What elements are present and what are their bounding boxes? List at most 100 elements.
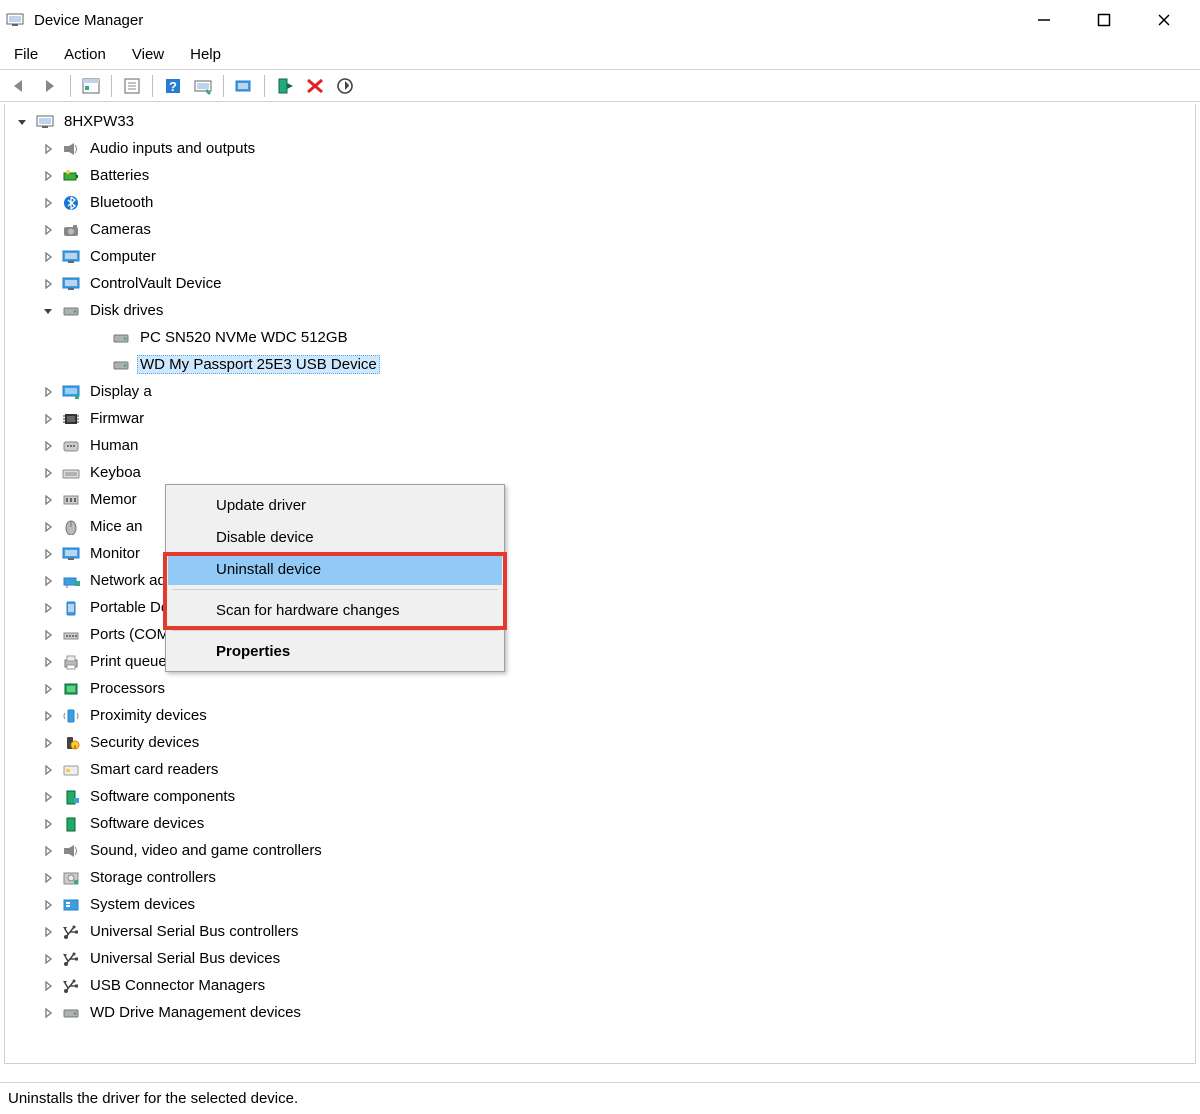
expand-icon[interactable] xyxy=(41,250,55,264)
scan-hardware-button[interactable] xyxy=(191,74,215,98)
expand-icon[interactable] xyxy=(41,601,55,615)
tree-category[interactable]: Human xyxy=(11,432,1195,459)
ctx-properties[interactable]: Properties xyxy=(168,635,502,667)
tree-category[interactable]: Software devices xyxy=(11,810,1195,837)
expand-icon[interactable] xyxy=(41,952,55,966)
tree-category[interactable]: Display a xyxy=(11,378,1195,405)
device-tree[interactable]: 8HXPW33 Audio inputs and outputsBatterie… xyxy=(4,104,1196,1064)
menu-view[interactable]: View xyxy=(128,44,168,65)
update-driver-button[interactable] xyxy=(232,74,256,98)
storage-icon xyxy=(61,869,81,887)
expand-icon[interactable] xyxy=(41,736,55,750)
smartcard-icon xyxy=(61,761,81,779)
expand-icon[interactable] xyxy=(41,412,55,426)
system-icon xyxy=(61,896,81,914)
close-button[interactable] xyxy=(1134,0,1194,40)
expand-icon[interactable] xyxy=(41,1006,55,1020)
tree-category[interactable]: Computer xyxy=(11,243,1195,270)
tree-category-label: Proximity devices xyxy=(87,706,210,725)
tree-category-label: Sound, video and game controllers xyxy=(87,841,325,860)
collapse-icon[interactable] xyxy=(15,115,29,129)
expand-icon[interactable] xyxy=(41,925,55,939)
expand-icon[interactable] xyxy=(41,682,55,696)
tree-root[interactable]: 8HXPW33 xyxy=(11,108,1195,135)
expand-icon[interactable] xyxy=(41,277,55,291)
expand-icon[interactable] xyxy=(41,574,55,588)
enable-device-button[interactable] xyxy=(273,74,297,98)
tree-category-label: ControlVault Device xyxy=(87,274,224,293)
forward-button[interactable] xyxy=(38,74,62,98)
tree-category[interactable]: Bluetooth xyxy=(11,189,1195,216)
tree-category[interactable]: Storage controllers xyxy=(11,864,1195,891)
expand-icon[interactable] xyxy=(41,493,55,507)
tree-category[interactable]: System devices xyxy=(11,891,1195,918)
expand-icon[interactable] xyxy=(41,817,55,831)
printer-icon xyxy=(61,653,81,671)
bluetooth-icon xyxy=(61,194,81,212)
expand-icon[interactable] xyxy=(41,466,55,480)
expand-icon[interactable] xyxy=(41,169,55,183)
menu-file[interactable]: File xyxy=(10,44,42,65)
expand-icon[interactable] xyxy=(41,844,55,858)
tree-category[interactable]: Firmwar xyxy=(11,405,1195,432)
tree-category[interactable]: Universal Serial Bus controllers xyxy=(11,918,1195,945)
ctx-update-driver[interactable]: Update driver xyxy=(168,489,502,521)
tree-category-label: Computer xyxy=(87,247,159,266)
tree-category[interactable]: Software components xyxy=(11,783,1195,810)
maximize-button[interactable] xyxy=(1074,0,1134,40)
tree-category[interactable]: Processors xyxy=(11,675,1195,702)
show-hide-console-tree-button[interactable] xyxy=(79,74,103,98)
tree-category[interactable]: Security devices xyxy=(11,729,1195,756)
menu-help[interactable]: Help xyxy=(186,44,225,65)
menu-action[interactable]: Action xyxy=(60,44,110,65)
window-title: Device Manager xyxy=(34,12,143,29)
software2-icon xyxy=(61,815,81,833)
tree-category[interactable]: Audio inputs and outputs xyxy=(11,135,1195,162)
expand-icon[interactable] xyxy=(41,655,55,669)
tree-device[interactable]: PC SN520 NVMe WDC 512GB xyxy=(11,324,1195,351)
ctx-disable-device[interactable]: Disable device xyxy=(168,521,502,553)
expand-icon[interactable] xyxy=(41,385,55,399)
tree-category[interactable]: Proximity devices xyxy=(11,702,1195,729)
disable-device-button[interactable] xyxy=(333,74,357,98)
tree-category[interactable]: USB Connector Managers xyxy=(11,972,1195,999)
expand-icon[interactable] xyxy=(41,439,55,453)
tree-category-label: Bluetooth xyxy=(87,193,156,212)
ctx-uninstall-device[interactable]: Uninstall device xyxy=(168,553,502,585)
expand-icon[interactable] xyxy=(41,520,55,534)
help-button[interactable]: ? xyxy=(161,74,185,98)
expand-icon[interactable] xyxy=(41,196,55,210)
tree-category[interactable]: Disk drives xyxy=(11,297,1195,324)
expand-icon[interactable] xyxy=(41,979,55,993)
properties-button[interactable] xyxy=(120,74,144,98)
expand-icon[interactable] xyxy=(41,790,55,804)
tree-category[interactable]: ControlVault Device xyxy=(11,270,1195,297)
keyboard-icon xyxy=(61,464,81,482)
tree-category[interactable]: Smart card readers xyxy=(11,756,1195,783)
tree-category[interactable]: WD Drive Management devices xyxy=(11,999,1195,1026)
monitor-icon xyxy=(61,275,81,293)
tree-category[interactable]: Batteries xyxy=(11,162,1195,189)
tree-category-label: Memor xyxy=(87,490,140,509)
ctx-scan-hardware[interactable]: Scan for hardware changes xyxy=(168,594,502,626)
expand-icon[interactable] xyxy=(41,709,55,723)
expand-icon[interactable] xyxy=(41,763,55,777)
tree-category[interactable]: Universal Serial Bus devices xyxy=(11,945,1195,972)
tree-category-label: Disk drives xyxy=(87,301,166,320)
uninstall-device-button[interactable] xyxy=(303,74,327,98)
expand-icon[interactable] xyxy=(41,871,55,885)
expand-icon[interactable] xyxy=(41,628,55,642)
tree-category-label: Print queues xyxy=(87,652,177,671)
tree-category[interactable]: Sound, video and game controllers xyxy=(11,837,1195,864)
back-button[interactable] xyxy=(8,74,32,98)
expand-icon[interactable] xyxy=(41,142,55,156)
tree-category[interactable]: Cameras xyxy=(11,216,1195,243)
tree-device[interactable]: WD My Passport 25E3 USB Device xyxy=(11,351,1195,378)
disk-icon xyxy=(111,329,131,347)
minimize-button[interactable] xyxy=(1014,0,1074,40)
expand-icon[interactable] xyxy=(41,898,55,912)
expand-icon[interactable] xyxy=(41,223,55,237)
collapse-icon[interactable] xyxy=(41,304,55,318)
tree-category[interactable]: Keyboa xyxy=(11,459,1195,486)
expand-icon[interactable] xyxy=(41,547,55,561)
